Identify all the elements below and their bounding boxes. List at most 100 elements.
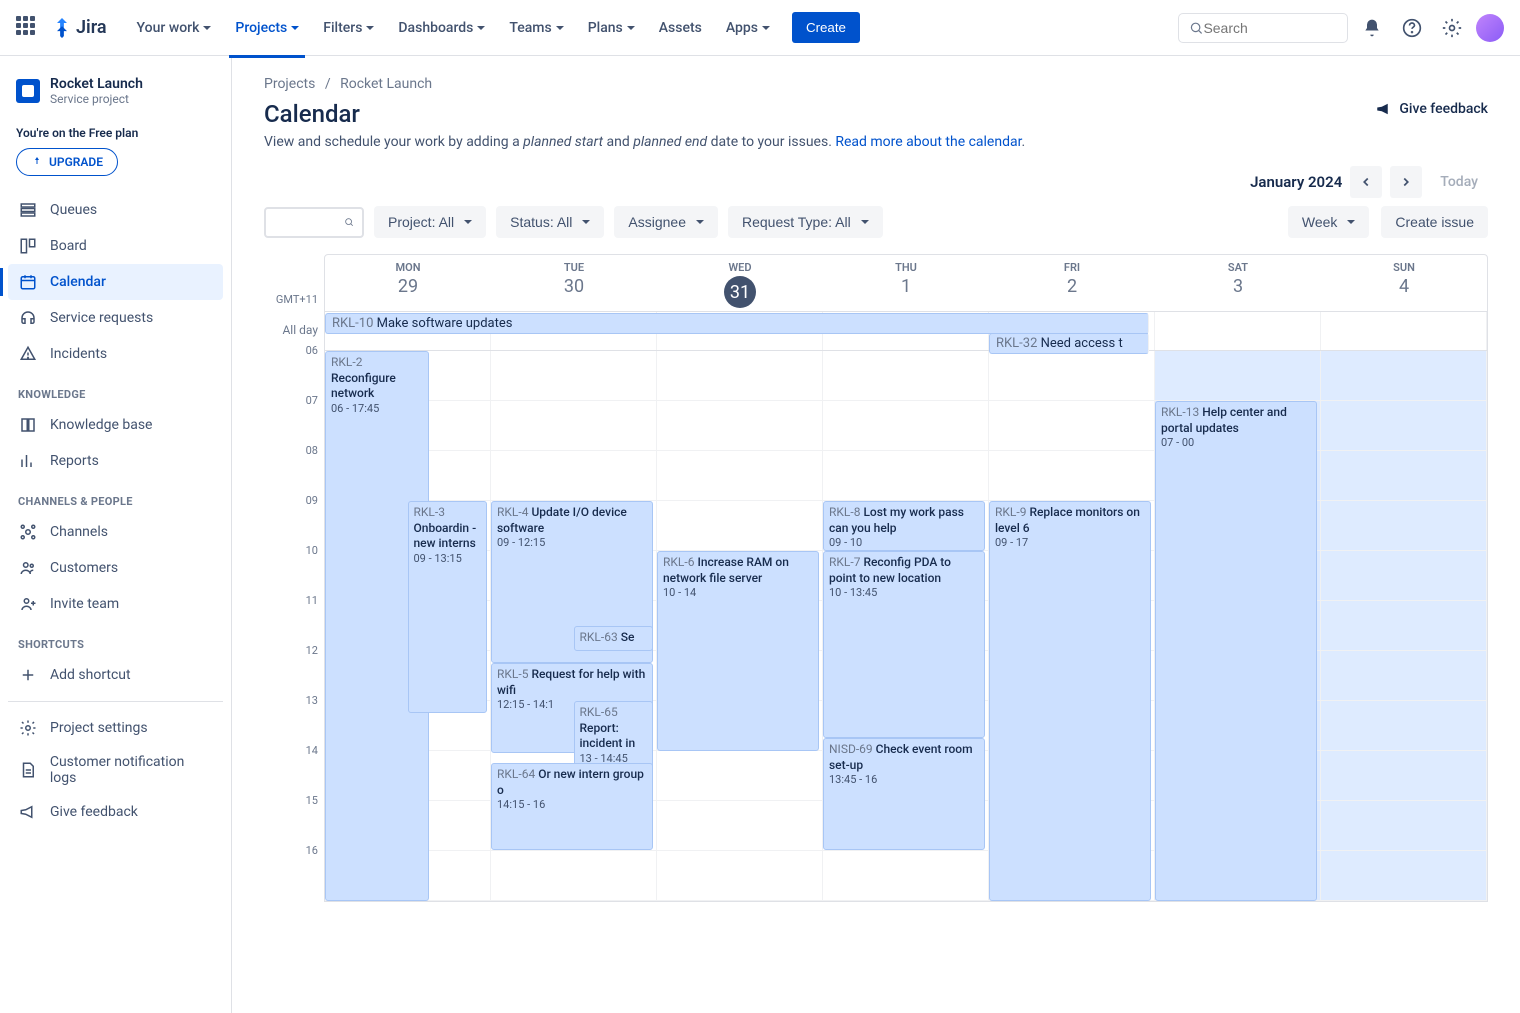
allday-event[interactable]: RKL-10 Make software updates	[325, 313, 1149, 334]
sidebar-give-feedback[interactable]: Give feedback	[8, 794, 223, 830]
nav-dashboards[interactable]: Dashboards	[388, 12, 495, 44]
gear-icon	[18, 718, 38, 738]
project-icon	[16, 79, 40, 103]
create-issue-button[interactable]: Create issue	[1381, 206, 1488, 238]
read-more-link[interactable]: Read more about the calendar	[835, 134, 1021, 150]
give-feedback-button[interactable]: Give feedback	[1375, 100, 1488, 118]
filter-status[interactable]: Status: All	[496, 206, 604, 238]
chevron-down-icon	[627, 26, 635, 30]
chevron-down-icon	[477, 26, 485, 30]
create-button[interactable]: Create	[792, 12, 860, 43]
calendar-event[interactable]: RKL-7 Reconfig PDA to point to new locat…	[823, 551, 985, 738]
hour-label: 08	[264, 444, 324, 494]
sidebar-queues[interactable]: Queues	[8, 192, 223, 228]
sidebar-project-settings[interactable]: Project settings	[8, 710, 223, 746]
jira-logo[interactable]: Jira	[52, 17, 107, 38]
shortcuts-label: SHORTCUTS	[8, 622, 223, 657]
nav-projects[interactable]: Projects	[225, 12, 309, 44]
filter-assignee[interactable]: Assignee	[614, 206, 718, 238]
hour-label: 06	[264, 344, 324, 394]
megaphone-icon	[18, 802, 38, 822]
prev-week-button[interactable]	[1350, 166, 1382, 198]
hour-label: 14	[264, 744, 324, 794]
calendar-search[interactable]	[264, 207, 364, 238]
queues-icon	[18, 200, 38, 220]
nav-assets[interactable]: Assets	[649, 12, 712, 44]
headset-icon	[18, 308, 38, 328]
breadcrumb-current: Rocket Launch	[340, 76, 432, 92]
nav-your-work[interactable]: Your work	[127, 12, 222, 44]
search-icon	[344, 215, 354, 229]
chevron-down-icon	[1347, 220, 1355, 224]
sidebar-knowledge-base[interactable]: Knowledge base	[8, 407, 223, 443]
chevron-left-icon	[1359, 175, 1373, 189]
app-switcher-icon[interactable]	[16, 16, 40, 40]
nav-plans[interactable]: Plans	[578, 12, 645, 44]
day-column[interactable]: RKL-6 Increase RAM on network file serve…	[657, 351, 823, 901]
calendar-event[interactable]: RKL-3 Onboardin - new interns09 - 13:15	[408, 501, 487, 713]
main-content: Projects / Rocket Launch Calendar Give f…	[232, 56, 1520, 1013]
day-headers: MON29TUE30WED31THU1FRI2SAT3SUN4	[325, 255, 1487, 311]
global-search[interactable]	[1178, 13, 1348, 43]
calendar-event[interactable]: RKL-64 Or new intern group o14:15 - 16	[491, 763, 653, 850]
next-week-button[interactable]	[1390, 166, 1422, 198]
chevron-down-icon	[464, 220, 472, 224]
calendar-event[interactable]: RKL-9 Replace monitors on level 609 - 17	[989, 501, 1151, 901]
view-selector[interactable]: Week	[1288, 206, 1370, 238]
calendar-event[interactable]: RKL-8 Lost my work pass can you help09 -…	[823, 501, 985, 551]
chevron-down-icon	[366, 26, 374, 30]
sidebar-customers[interactable]: Customers	[8, 550, 223, 586]
book-icon	[18, 415, 38, 435]
hour-label: 13	[264, 694, 324, 744]
sidebar-calendar[interactable]: Calendar	[8, 264, 223, 300]
calendar-search-input[interactable]	[274, 215, 344, 230]
sidebar-add-shortcut[interactable]: Add shortcut	[8, 657, 223, 693]
filter-project[interactable]: Project: All	[374, 206, 486, 238]
calendar-event[interactable]: RKL-63 Se	[574, 626, 653, 651]
sidebar-board[interactable]: Board	[8, 228, 223, 264]
hour-label: 15	[264, 794, 324, 844]
hours-grid: RKL-2 Reconfigure network06 - 17:45RKL-3…	[325, 351, 1487, 901]
calendar-event[interactable]: RKL-6 Increase RAM on network file serve…	[657, 551, 819, 751]
sidebar-service-requests[interactable]: Service requests	[8, 300, 223, 336]
day-column[interactable]	[1321, 351, 1487, 901]
sidebar-reports[interactable]: Reports	[8, 443, 223, 479]
day-header: SUN4	[1321, 255, 1487, 314]
chevron-down-icon	[762, 26, 770, 30]
sidebar-invite-team[interactable]: Invite team	[8, 586, 223, 622]
day-column[interactable]: RKL-13 Help center and portal updates07 …	[1155, 351, 1321, 901]
hour-label: 16	[264, 844, 324, 894]
day-column[interactable]: RKL-8 Lost my work pass can you help09 -…	[823, 351, 989, 901]
calendar-grid: MON29TUE30WED31THU1FRI2SAT3SUN4 RKL-10 M…	[324, 254, 1488, 902]
board-icon	[18, 236, 38, 256]
calendar-event[interactable]: NISD-69 Check event room set-up13:45 - 1…	[823, 738, 985, 850]
search-input[interactable]	[1203, 20, 1337, 36]
chevron-right-icon	[1399, 175, 1413, 189]
user-avatar[interactable]	[1476, 14, 1504, 42]
hour-label: 10	[264, 544, 324, 594]
nav-apps[interactable]: Apps	[716, 12, 780, 44]
nav-filters[interactable]: Filters	[313, 12, 384, 44]
day-header: FRI2	[989, 255, 1155, 314]
filter-request-type[interactable]: Request Type: All	[728, 206, 883, 238]
today-button[interactable]: Today	[1430, 168, 1488, 196]
add-person-icon	[18, 594, 38, 614]
sidebar-incidents[interactable]: Incidents	[8, 336, 223, 372]
nav-teams[interactable]: Teams	[499, 12, 573, 44]
sidebar-notification-logs[interactable]: Customer notification logs	[8, 746, 223, 794]
day-column[interactable]: RKL-2 Reconfigure network06 - 17:45RKL-3…	[325, 351, 491, 901]
day-column[interactable]: RKL-9 Replace monitors on level 609 - 17	[989, 351, 1155, 901]
breadcrumb-projects[interactable]: Projects	[264, 76, 315, 92]
hour-label: 07	[264, 394, 324, 444]
hour-label: 11	[264, 594, 324, 644]
channels-label: CHANNELS & PEOPLE	[8, 479, 223, 514]
calendar-event[interactable]: RKL-13 Help center and portal updates07 …	[1155, 401, 1317, 901]
chevron-down-icon	[861, 220, 869, 224]
upgrade-button[interactable]: UPGRADE	[16, 148, 118, 176]
project-header[interactable]: Rocket Launch Service project	[8, 72, 223, 118]
notifications-icon[interactable]	[1356, 12, 1388, 44]
day-column[interactable]: RKL-4 Update I/O device software09 - 12:…	[491, 351, 657, 901]
settings-icon[interactable]	[1436, 12, 1468, 44]
help-icon[interactable]	[1396, 12, 1428, 44]
sidebar-channels[interactable]: Channels	[8, 514, 223, 550]
